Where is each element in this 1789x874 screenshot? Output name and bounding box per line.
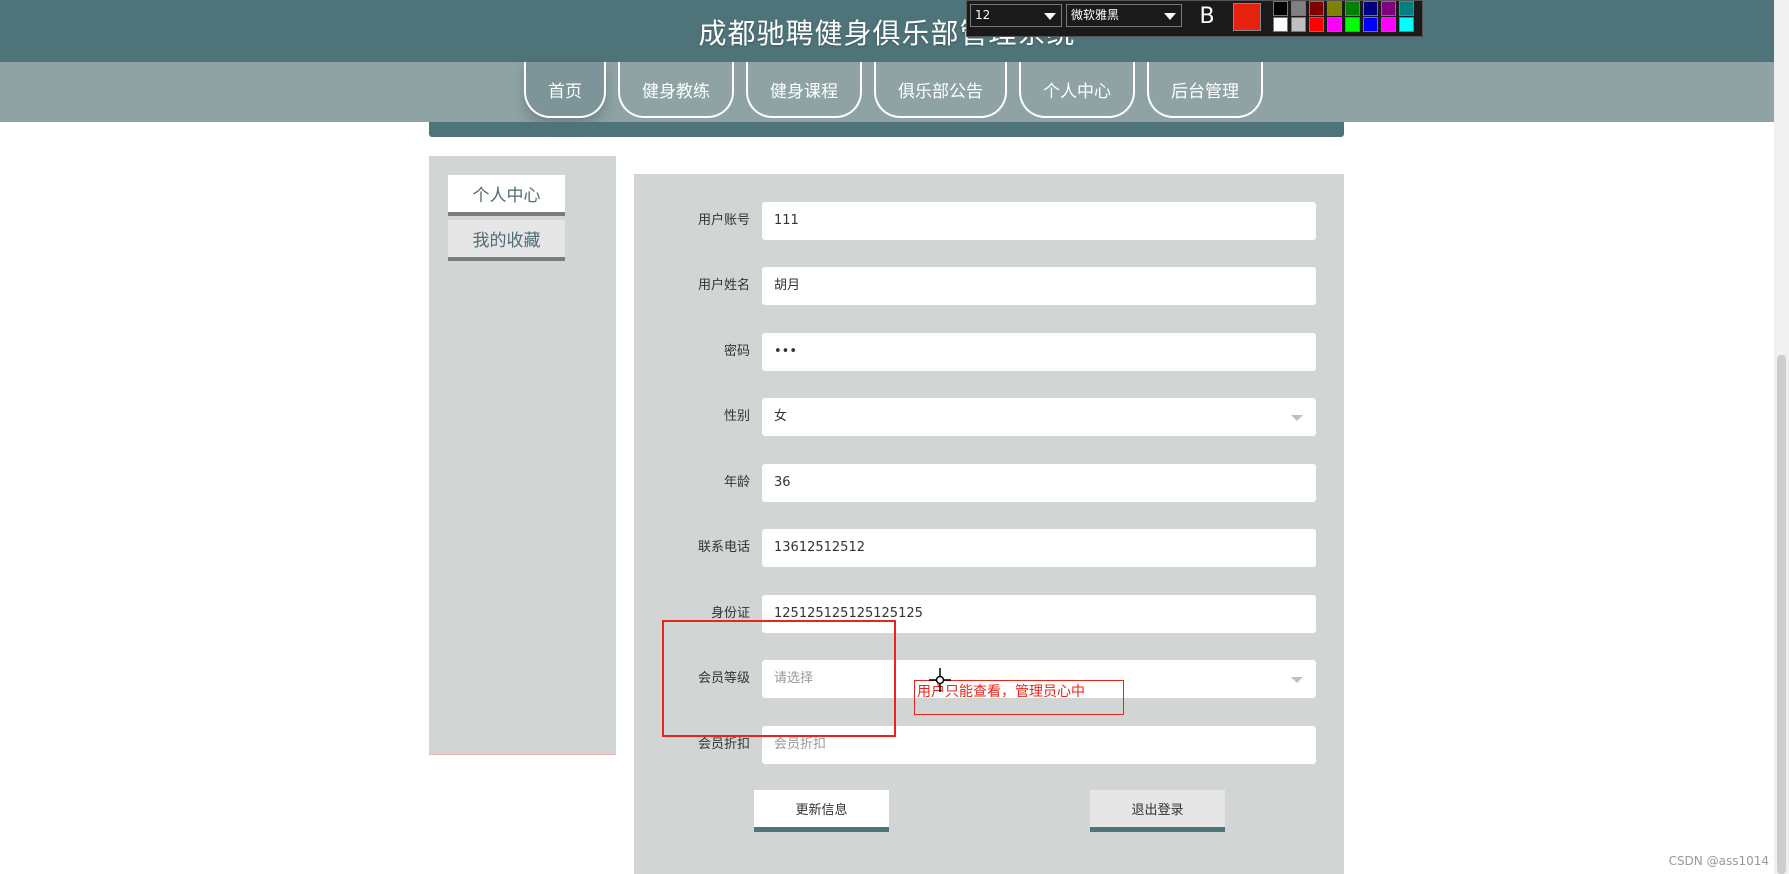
sidebar-item-personal-center[interactable]: 个人中心 bbox=[448, 175, 565, 216]
update-info-button[interactable]: 更新信息 bbox=[754, 790, 889, 832]
nav-item-personal-center[interactable]: 个人中心 bbox=[1019, 62, 1135, 118]
font-size-select[interactable]: 12 bbox=[970, 4, 1062, 27]
bold-button[interactable]: B bbox=[1193, 4, 1221, 30]
sidebar-item-favorites[interactable]: 我的收藏 bbox=[448, 220, 565, 261]
account-label: 用户账号 bbox=[697, 213, 750, 228]
font-size-value: 12 bbox=[975, 8, 991, 22]
color-swatch[interactable] bbox=[1363, 17, 1378, 32]
page-scrollbar[interactable] bbox=[1774, 0, 1789, 874]
gender-select-value: 女 bbox=[774, 409, 788, 424]
color-swatch[interactable] bbox=[1291, 1, 1306, 16]
color-swatch[interactable] bbox=[1399, 1, 1414, 16]
age-label: 年龄 bbox=[723, 475, 750, 490]
annotation-toolbar: 12 微软雅黑 B bbox=[966, 0, 1423, 37]
scrollbar-thumb[interactable] bbox=[1777, 355, 1786, 874]
name-label: 用户姓名 bbox=[697, 278, 750, 293]
color-swatch[interactable] bbox=[1327, 1, 1342, 16]
chevron-down-icon bbox=[1291, 415, 1303, 421]
sidebar: 个人中心 我的收藏 bbox=[429, 156, 616, 755]
phone-label: 联系电话 bbox=[697, 540, 750, 555]
annotation-highlight-box bbox=[662, 620, 896, 737]
crosshair-cursor-icon bbox=[929, 668, 951, 692]
color-swatch[interactable] bbox=[1309, 1, 1324, 16]
main-nav: 首页 健身教练 健身课程 俱乐部公告 个人中心 后台管理 bbox=[0, 62, 1774, 122]
font-name-value: 微软雅黑 bbox=[1071, 8, 1120, 22]
color-swatch[interactable] bbox=[1363, 1, 1378, 16]
current-color-swatch[interactable] bbox=[1233, 3, 1261, 31]
nav-item-home[interactable]: 首页 bbox=[524, 62, 606, 118]
banner-strip bbox=[429, 122, 1344, 137]
phone-field[interactable]: 13612512512 bbox=[762, 529, 1316, 567]
color-swatch[interactable] bbox=[1327, 17, 1342, 32]
site-header: 成都驰聘健身俱乐部管理系统 bbox=[0, 0, 1774, 62]
site-title: 成都驰聘健身俱乐部管理系统 bbox=[698, 17, 1076, 50]
logout-button[interactable]: 退出登录 bbox=[1090, 790, 1225, 832]
watermark: CSDN @ass1014 bbox=[1668, 854, 1769, 868]
font-name-select[interactable]: 微软雅黑 bbox=[1066, 4, 1182, 27]
nav-item-coaches[interactable]: 健身教练 bbox=[618, 62, 734, 118]
gender-select[interactable]: 女 bbox=[762, 398, 1316, 436]
color-swatch[interactable] bbox=[1345, 1, 1360, 16]
chevron-down-icon bbox=[1044, 13, 1056, 20]
color-swatch[interactable] bbox=[1381, 17, 1396, 32]
color-swatch[interactable] bbox=[1291, 17, 1306, 32]
nav-item-admin[interactable]: 后台管理 bbox=[1147, 62, 1263, 118]
name-field[interactable]: 胡月 bbox=[762, 267, 1316, 305]
color-swatch[interactable] bbox=[1273, 17, 1288, 32]
nav-item-courses[interactable]: 健身课程 bbox=[746, 62, 862, 118]
color-swatch[interactable] bbox=[1309, 17, 1324, 32]
profile-form-panel: 用户账号 111 用户姓名 胡月 密码 ••• 性别 女 年龄 36 联系电话 … bbox=[634, 174, 1344, 874]
chevron-down-icon bbox=[1164, 13, 1176, 20]
gender-label: 性别 bbox=[723, 409, 750, 424]
color-swatch[interactable] bbox=[1273, 1, 1288, 16]
color-swatch[interactable] bbox=[1345, 17, 1360, 32]
color-swatch[interactable] bbox=[1381, 1, 1396, 16]
password-label: 密码 bbox=[723, 344, 750, 359]
color-swatch[interactable] bbox=[1399, 17, 1414, 32]
nav-item-announcements[interactable]: 俱乐部公告 bbox=[874, 62, 1007, 118]
chevron-down-icon bbox=[1291, 677, 1303, 683]
age-field[interactable]: 36 bbox=[762, 464, 1316, 502]
account-field[interactable]: 111 bbox=[762, 202, 1316, 240]
password-field[interactable]: ••• bbox=[762, 333, 1316, 371]
